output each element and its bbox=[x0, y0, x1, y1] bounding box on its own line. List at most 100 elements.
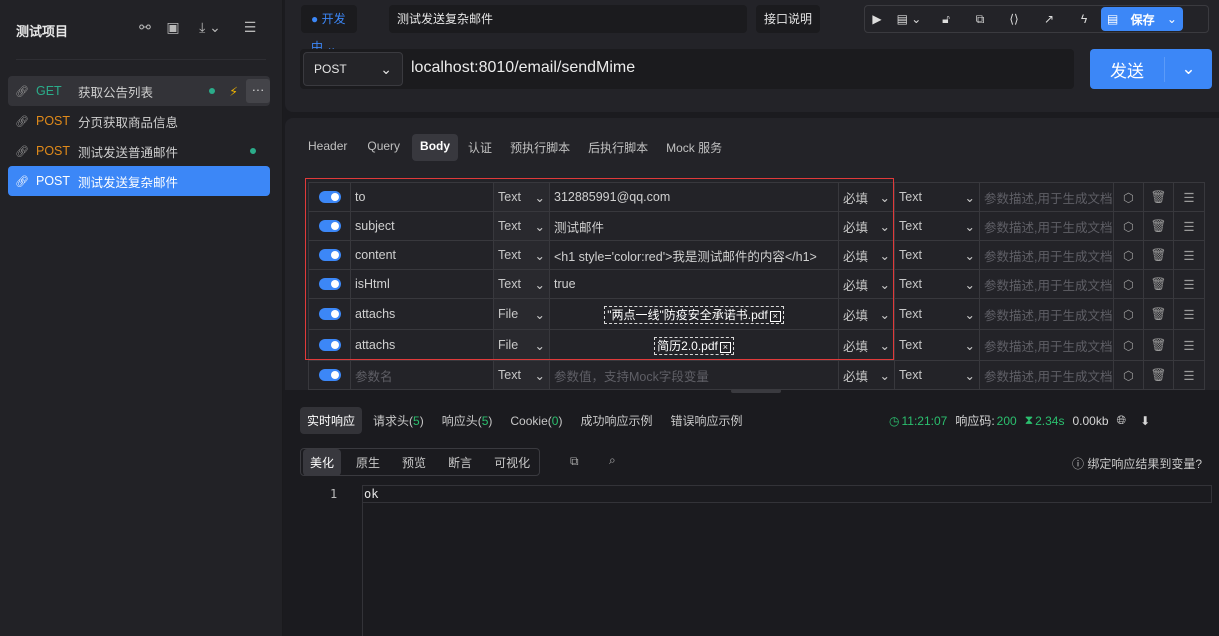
param-value-input[interactable]: 简历2.0.pdf × bbox=[549, 329, 839, 361]
api-item[interactable]: 🔗︎ GET 获取公告列表 ⚡︎ ··· bbox=[8, 76, 270, 106]
api-item-active[interactable]: 🔗︎ POST 测试发送复杂邮件 bbox=[8, 166, 270, 196]
tab-body[interactable]: Body bbox=[412, 134, 459, 161]
type2-select[interactable]: Text ⌄ bbox=[894, 240, 980, 270]
send-button[interactable]: 发送 ⌄ bbox=[1090, 49, 1212, 89]
import-icon[interactable]: ⤓ ⌄ bbox=[192, 18, 228, 36]
toggle-switch[interactable] bbox=[318, 308, 341, 320]
tab-preview[interactable]: 预览 bbox=[395, 449, 433, 476]
api-name-input[interactable]: 测试发送复杂邮件 bbox=[389, 5, 747, 33]
tab-response-headers[interactable]: 响应头(5) bbox=[435, 407, 500, 434]
drag-handle-icon[interactable]: ☰ bbox=[1173, 329, 1205, 361]
lock-icon[interactable]: 🔓︎ bbox=[929, 12, 963, 27]
description-input[interactable]: 参数描述,用于生成文档 bbox=[979, 269, 1114, 299]
delete-icon[interactable]: 🗑︎ bbox=[1143, 211, 1174, 241]
delete-icon[interactable]: 🗑︎ bbox=[1143, 240, 1174, 270]
remove-file-icon[interactable]: × bbox=[769, 310, 781, 322]
required-select[interactable]: 必填 ⌄ bbox=[838, 298, 895, 330]
resize-handle[interactable] bbox=[731, 389, 781, 393]
new-folder-icon[interactable]: ▣ bbox=[164, 18, 182, 36]
param-name-input[interactable]: content bbox=[350, 240, 494, 270]
document-icon[interactable]: ▤ ⌄ bbox=[889, 12, 929, 26]
toggle-switch[interactable] bbox=[318, 220, 341, 232]
tab-live-response[interactable]: 实时响应 bbox=[300, 407, 363, 434]
chevron-down-icon[interactable]: ⌄ bbox=[1165, 59, 1212, 79]
param-value-input[interactable]: 312885991@qq.com bbox=[549, 182, 839, 212]
tab-query[interactable]: Query bbox=[359, 134, 408, 161]
param-value-input[interactable]: true bbox=[549, 269, 839, 299]
mock-icon[interactable]: ⬡ bbox=[1113, 269, 1144, 299]
toggle-switch[interactable] bbox=[318, 278, 341, 290]
param-value-input[interactable]: "两点一线"防疫安全承诺书.pdf × bbox=[549, 298, 839, 330]
description-input[interactable]: 参数描述,用于生成文档 bbox=[979, 360, 1114, 390]
param-name-input[interactable]: to bbox=[350, 182, 494, 212]
param-name-input[interactable]: attachs bbox=[350, 329, 494, 361]
collapse-menu-icon[interactable]: ☰ bbox=[241, 18, 259, 36]
toggle-switch[interactable] bbox=[318, 249, 341, 261]
code-icon[interactable]: ⟨⟩ bbox=[997, 12, 1031, 26]
bind-variable-link[interactable]: ⓘ 绑定响应结果到变量? bbox=[1072, 455, 1202, 472]
url-input[interactable]: localhost:8010/email/sendMime bbox=[411, 59, 635, 77]
copy-icon[interactable]: ⧉ bbox=[963, 12, 997, 27]
param-name-input[interactable]: isHtml bbox=[350, 269, 494, 299]
description-input[interactable]: 参数描述,用于生成文档 bbox=[979, 298, 1114, 330]
description-input[interactable]: 参数描述,用于生成文档 bbox=[979, 329, 1114, 361]
new-api-icon[interactable]: ⚯ bbox=[136, 18, 154, 36]
tab-cookie[interactable]: Cookie(0) bbox=[503, 409, 569, 433]
required-select[interactable]: 必填 ⌄ bbox=[838, 269, 895, 299]
api-doc-button[interactable]: 接口说明 bbox=[756, 5, 820, 33]
param-type-select[interactable]: File ⌄ bbox=[493, 329, 550, 361]
status-select[interactable]: ● 开发中 ⌄ bbox=[301, 5, 357, 54]
description-input[interactable]: 参数描述,用于生成文档 bbox=[979, 182, 1114, 212]
param-type-select[interactable]: File ⌄ bbox=[493, 298, 550, 330]
param-value-input[interactable]: 参数值，支持Mock字段变量 bbox=[549, 360, 839, 390]
param-name-input[interactable]: attachs bbox=[350, 298, 494, 330]
param-type-select[interactable]: Text ⌄ bbox=[493, 269, 550, 299]
tab-mock[interactable]: Mock 服务 bbox=[658, 134, 730, 161]
drag-handle-icon[interactable]: ☰ bbox=[1173, 240, 1205, 270]
delete-icon[interactable]: 🗑︎ bbox=[1143, 329, 1174, 361]
response-editor[interactable] bbox=[362, 485, 1212, 636]
tab-request-headers[interactable]: 请求头(5) bbox=[366, 407, 431, 434]
drag-handle-icon[interactable]: ☰ bbox=[1173, 211, 1205, 241]
delete-icon[interactable]: 🗑︎ bbox=[1143, 360, 1174, 390]
param-value-input[interactable]: <h1 style='color:red'>我是测试邮件的内容</h1> bbox=[549, 240, 839, 270]
required-select[interactable]: 必填 ⌄ bbox=[838, 360, 895, 390]
enable-toggle[interactable] bbox=[308, 182, 351, 212]
type2-select[interactable]: Text ⌄ bbox=[894, 182, 980, 212]
param-type-select[interactable]: Text ⌄ bbox=[493, 360, 550, 390]
more-options-button[interactable]: ··· bbox=[246, 79, 270, 103]
tab-header[interactable]: Header bbox=[300, 134, 355, 161]
mock-icon[interactable]: ⬡ bbox=[1113, 329, 1144, 361]
drag-handle-icon[interactable]: ☰ bbox=[1173, 182, 1205, 212]
download-icon[interactable]: ⬇ bbox=[1140, 414, 1150, 428]
required-select[interactable]: 必填 ⌄ bbox=[838, 211, 895, 241]
param-type-select[interactable]: Text ⌄ bbox=[493, 182, 550, 212]
delete-icon[interactable]: 🗑︎ bbox=[1143, 298, 1174, 330]
toggle-switch[interactable] bbox=[318, 191, 341, 203]
type2-select[interactable]: Text ⌄ bbox=[894, 269, 980, 299]
drag-handle-icon[interactable]: ☰ bbox=[1173, 360, 1205, 390]
description-input[interactable]: 参数描述,用于生成文档 bbox=[979, 211, 1114, 241]
tab-visualize[interactable]: 可视化 bbox=[487, 449, 537, 476]
tab-beautify[interactable]: 美化 bbox=[303, 448, 342, 476]
mock-icon[interactable]: ⬡ bbox=[1113, 360, 1144, 390]
description-input[interactable]: 参数描述,用于生成文档 bbox=[979, 240, 1114, 270]
mock-icon[interactable]: ⬡ bbox=[1113, 182, 1144, 212]
tab-error-example[interactable]: 错误响应示例 bbox=[663, 407, 749, 434]
delete-icon[interactable]: 🗑︎ bbox=[1143, 182, 1174, 212]
enable-toggle[interactable] bbox=[308, 211, 351, 241]
enable-toggle[interactable] bbox=[308, 298, 351, 330]
drag-handle-icon[interactable]: ☰ bbox=[1173, 298, 1205, 330]
type2-select[interactable]: Text ⌄ bbox=[894, 298, 980, 330]
tab-post-script[interactable]: 后执行脚本 bbox=[580, 134, 656, 161]
type2-select[interactable]: Text ⌄ bbox=[894, 360, 980, 390]
remove-file-icon[interactable]: × bbox=[719, 341, 731, 353]
toggle-switch[interactable] bbox=[318, 339, 341, 351]
search-icon[interactable]: ⌕ bbox=[609, 453, 616, 468]
tab-assert[interactable]: 断言 bbox=[441, 449, 479, 476]
api-item[interactable]: 🔗︎ POST 分页获取商品信息 bbox=[8, 106, 270, 136]
tab-auth[interactable]: 认证 bbox=[460, 134, 500, 161]
type2-select[interactable]: Text ⌄ bbox=[894, 211, 980, 241]
copy-icon[interactable]: ⧉ bbox=[570, 454, 579, 469]
api-item[interactable]: 🔗︎ POST 测试发送普通邮件 bbox=[8, 136, 270, 166]
